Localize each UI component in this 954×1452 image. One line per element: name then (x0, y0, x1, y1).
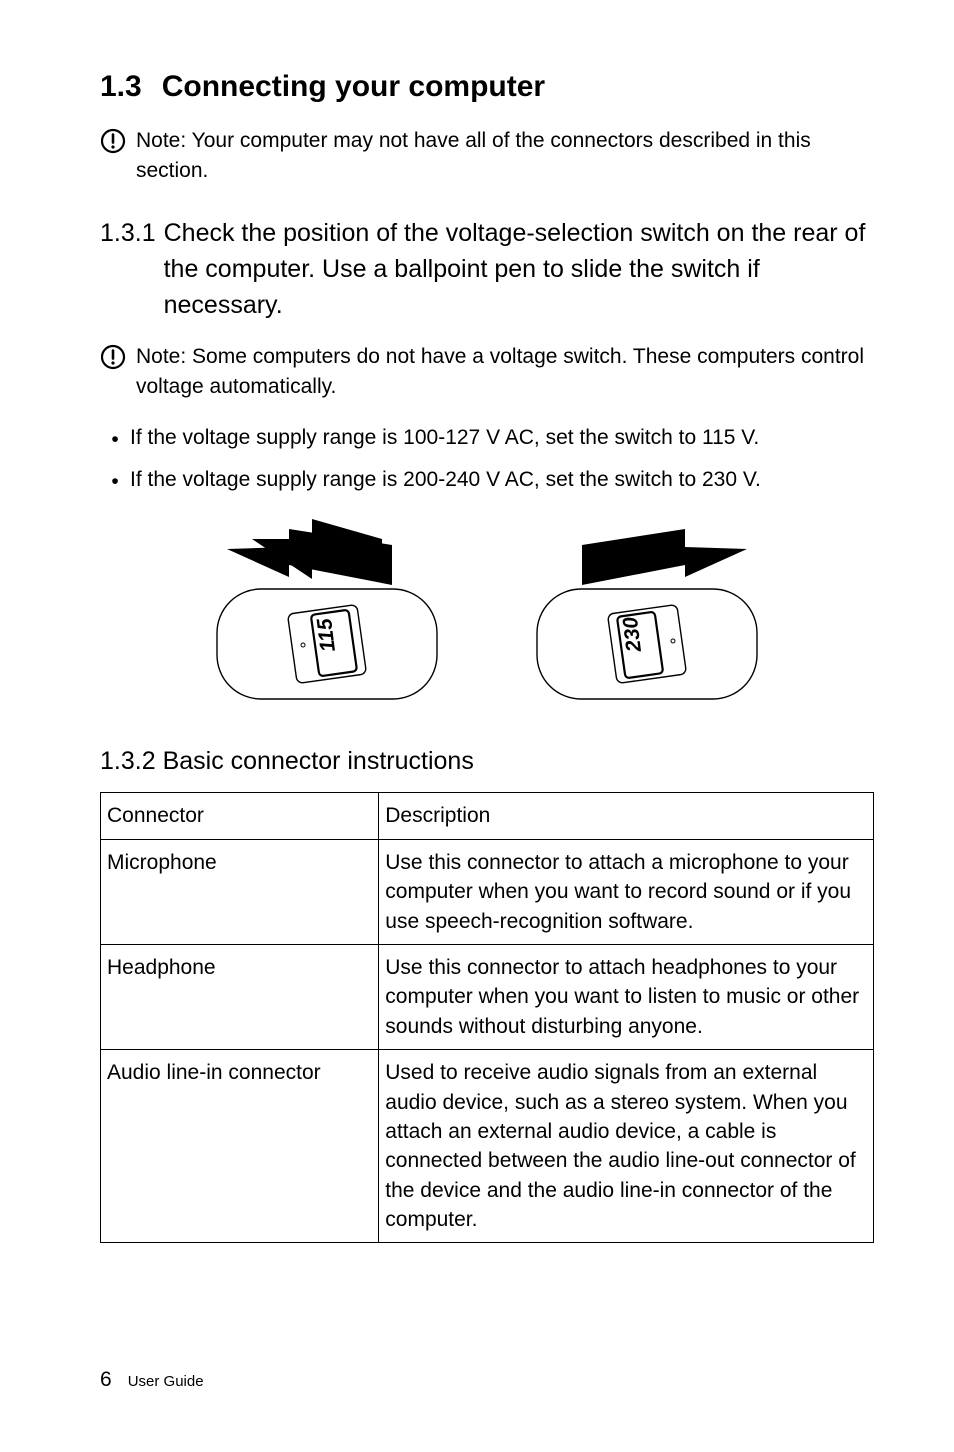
connector-table: Connector Description Microphone Use thi… (100, 792, 874, 1243)
section-title: Connecting your computer (162, 70, 545, 103)
subsection-number: 1.3.1 (100, 215, 156, 324)
note-label: Note: (136, 129, 186, 152)
subsection-heading: 1.3.1 Check the position of the voltage-… (100, 215, 874, 324)
bullet-text: If the voltage supply range is 200-240 V… (130, 465, 874, 495)
alert-icon (100, 344, 126, 370)
switch-label-115: 115 (313, 617, 340, 653)
table-cell: Use this connector to attach a microphon… (379, 839, 874, 944)
page-footer: 6 User Guide (100, 1368, 204, 1392)
page-content: 1.3 Connecting your computer Note: Your c… (0, 0, 954, 1243)
bullet-marker: • (100, 423, 130, 455)
note-block: Note: Your computer may not have all of … (100, 126, 874, 187)
voltage-switch-230-figure: 230 (517, 517, 777, 717)
table-cell: Microphone (101, 839, 379, 944)
subsection-title: Check the position of the voltage-select… (164, 215, 874, 324)
figure-row: 115 230 (100, 517, 874, 717)
table-header: Connector (101, 793, 379, 839)
bullet-marker: • (100, 465, 130, 497)
subsection-title: Basic connector instructions (163, 747, 474, 775)
note-text: Note: Your computer may not have all of … (136, 126, 874, 187)
table-cell: Audio line-in connector (101, 1050, 379, 1243)
note-body: Your computer may not have all of the co… (136, 129, 811, 182)
table-header-row: Connector Description (101, 793, 874, 839)
bullet-item: • If the voltage supply range is 100-127… (100, 423, 874, 455)
alert-icon (100, 128, 126, 154)
table-row: Audio line-in connector Used to receive … (101, 1050, 874, 1243)
note-body: Some computers do not have a voltage swi… (136, 345, 864, 398)
subsection-heading: 1.3.2 Basic connector instructions (100, 747, 874, 776)
table-cell: Headphone (101, 944, 379, 1049)
note-text: Note: Some computers do not have a volta… (136, 342, 874, 403)
switch-label-230: 230 (619, 616, 646, 655)
table-row: Headphone Use this connector to attach h… (101, 944, 874, 1049)
table-cell: Used to receive audio signals from an ex… (379, 1050, 874, 1243)
section-heading: 1.3 Connecting your computer (100, 70, 874, 104)
voltage-switch-115-figure: 115 (197, 517, 457, 717)
footer-label: User Guide (128, 1373, 204, 1390)
page-number: 6 (100, 1368, 112, 1391)
note-block: Note: Some computers do not have a volta… (100, 342, 874, 403)
bullet-item: • If the voltage supply range is 200-240… (100, 465, 874, 497)
section-number: 1.3 (100, 70, 142, 104)
table-cell: Use this connector to attach headphones … (379, 944, 874, 1049)
table-header: Description (379, 793, 874, 839)
note-label: Note: (136, 345, 186, 368)
table-row: Microphone Use this connector to attach … (101, 839, 874, 944)
bullet-text: If the voltage supply range is 100-127 V… (130, 423, 874, 453)
subsection-number: 1.3.2 (100, 747, 156, 775)
